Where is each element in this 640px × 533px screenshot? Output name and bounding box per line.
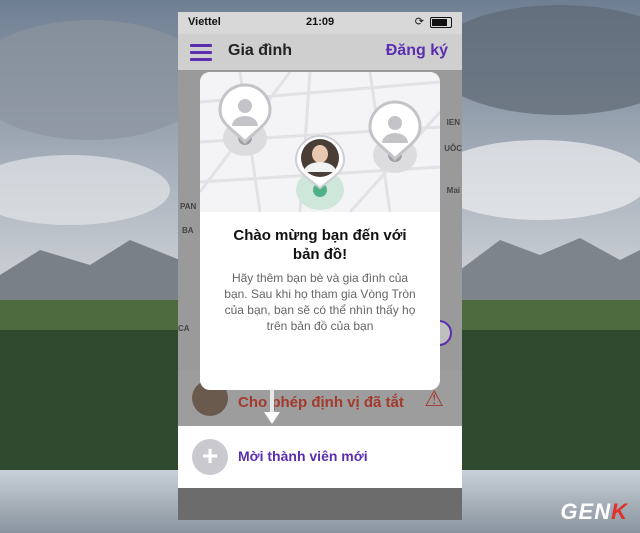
invite-member-row[interactable]: + Mời thành viên mới: [178, 426, 462, 488]
location-disabled-text: Cho phép định vị đã tắt: [238, 394, 404, 411]
map-label: PAN: [180, 202, 197, 211]
nav-bar: Gia đình Đăng ký: [178, 34, 462, 70]
status-bar: Viettel 21:09 ⟳: [178, 12, 462, 34]
rotation-lock-icon: ⟳: [414, 16, 424, 28]
clock: 21:09: [306, 16, 335, 28]
map-label: IEN: [446, 118, 460, 127]
watermark-prefix: GEN: [560, 499, 612, 524]
map-label: Mai: [446, 186, 460, 195]
welcome-modal: Chào mừng bạn đến với bản đồ! Hãy thêm b…: [200, 72, 440, 390]
invite-member-button[interactable]: Mời thành viên mới: [238, 448, 368, 464]
modal-body: Hãy thêm bạn bè và gia đình của bạn. Sau…: [224, 271, 416, 333]
map-label: CA: [178, 324, 190, 333]
map-illustration: [200, 72, 440, 212]
map-label: UÔC: [444, 144, 462, 153]
genk-watermark: GENK: [560, 499, 628, 525]
hamburger-menu-icon[interactable]: [190, 44, 212, 61]
bottom-area: [178, 488, 462, 520]
watermark-suffix: K: [611, 499, 628, 524]
modal-headline: Chào mừng bạn đến với bản đồ!: [233, 227, 407, 263]
map-label: BA: [182, 226, 194, 235]
signup-button[interactable]: Đăng ký: [386, 42, 448, 60]
arrow-down-icon: [264, 386, 280, 424]
plus-icon[interactable]: +: [192, 439, 228, 475]
carrier-label: Viettel: [188, 16, 221, 28]
battery-icon: [430, 17, 452, 28]
page-title: Gia đình: [228, 42, 292, 59]
